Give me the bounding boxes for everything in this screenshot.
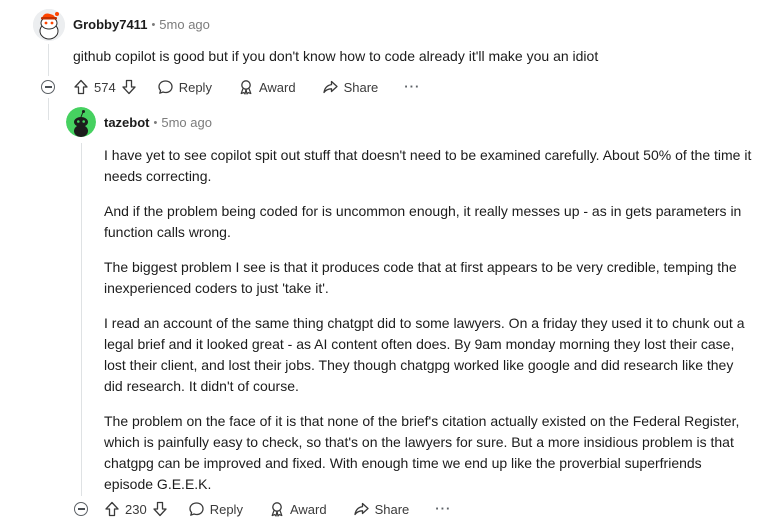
award-ribbon-icon <box>240 80 252 95</box>
award-button[interactable]: Award <box>238 79 296 95</box>
timestamp[interactable]: 5mo ago <box>161 115 212 130</box>
reply-button[interactable]: Reply <box>157 79 212 95</box>
username[interactable]: tazebot <box>104 115 150 130</box>
speech-bubble-icon <box>189 502 204 516</box>
comment-actions: 230 Reply Award Share ··· <box>104 497 451 521</box>
comment-actions: 574 Reply Award Share ··· <box>73 75 420 99</box>
thread-line-child[interactable] <box>81 143 82 496</box>
comment-paragraph: The biggest problem I see is that it pro… <box>104 259 737 296</box>
downvote-button[interactable] <box>121 79 137 95</box>
comment-meta: tazebot • 5mo ago <box>104 115 212 130</box>
share-button[interactable]: Share <box>353 501 410 517</box>
share-button[interactable]: Share <box>322 79 379 95</box>
comment-thread: Grobby7411 • 5mo ago github copilot is g… <box>0 0 776 530</box>
thread-line-parent[interactable] <box>48 44 49 76</box>
share-arrow-icon <box>322 80 338 94</box>
separator-dot: • <box>153 116 158 129</box>
more-options-button[interactable]: ··· <box>435 502 451 515</box>
comment-body: I have yet to see copilot spit out stuff… <box>104 145 754 509</box>
avatar[interactable] <box>66 107 96 137</box>
comment-paragraph: I have yet to see copilot spit out stuff… <box>104 147 752 184</box>
collapse-button[interactable] <box>41 80 55 94</box>
downvote-button[interactable] <box>152 501 168 517</box>
downvote-arrow-icon <box>122 79 136 95</box>
comment-paragraph: I read an account of the same thing chat… <box>104 315 745 394</box>
share-arrow-icon <box>353 502 369 516</box>
more-options-button[interactable]: ··· <box>404 80 420 93</box>
thread-connector <box>48 98 49 120</box>
timestamp[interactable]: 5mo ago <box>159 17 210 32</box>
upvote-arrow-icon <box>105 501 119 517</box>
share-label: Share <box>343 79 379 95</box>
award-label: Award <box>258 79 296 95</box>
upvote-arrow-icon <box>74 79 88 95</box>
reply-label: Reply <box>178 79 212 95</box>
avatar[interactable] <box>33 9 65 41</box>
comment-meta: Grobby7411 • 5mo ago <box>73 17 210 32</box>
share-label: Share <box>374 501 410 517</box>
username[interactable]: Grobby7411 <box>73 17 147 32</box>
downvote-arrow-icon <box>153 501 167 517</box>
award-label: Award <box>289 501 327 517</box>
vote-count: 574 <box>94 79 116 95</box>
snoo-avatar-icon <box>33 9 65 41</box>
reply-button[interactable]: Reply <box>188 501 243 517</box>
comment-paragraph: The problem on the face of it is that no… <box>104 413 740 492</box>
award-ribbon-icon <box>271 502 283 517</box>
upvote-button[interactable] <box>104 501 120 517</box>
vote-count: 230 <box>125 501 147 517</box>
comment-paragraph: And if the problem being coded for is un… <box>104 203 742 240</box>
award-button[interactable]: Award <box>269 501 327 517</box>
separator-dot: • <box>151 18 156 31</box>
collapse-button[interactable] <box>74 502 88 516</box>
upvote-button[interactable] <box>73 79 89 95</box>
reply-label: Reply <box>209 501 243 517</box>
speech-bubble-icon <box>158 80 173 94</box>
snoo-avatar-icon <box>66 107 96 137</box>
comment-text: github copilot is good but if you don't … <box>73 48 599 64</box>
